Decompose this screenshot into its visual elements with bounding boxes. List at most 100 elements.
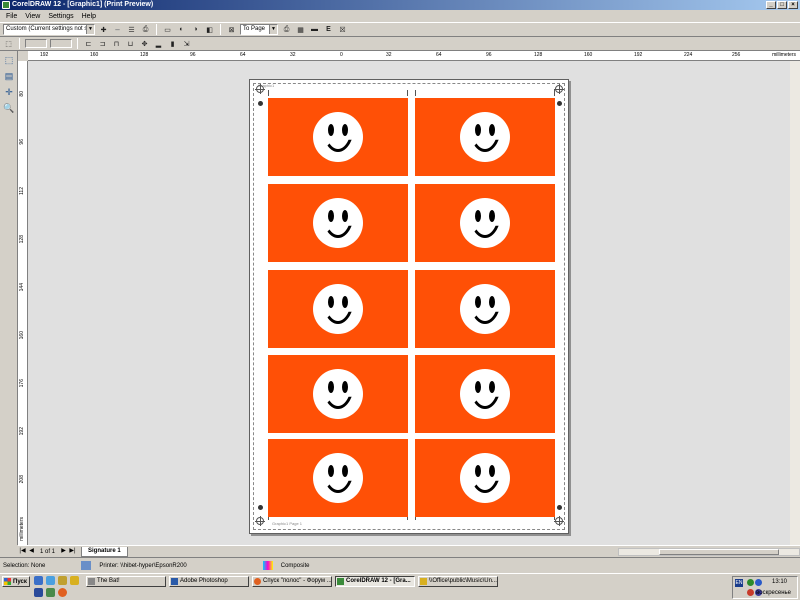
ruler-label: 96 xyxy=(190,52,196,58)
pen-icon[interactable] xyxy=(58,576,67,585)
quicklaunch-icon[interactable] xyxy=(46,588,55,597)
delete-print-style-icon[interactable]: ━ xyxy=(112,24,123,35)
next-page-icon[interactable]: ▶ xyxy=(59,547,68,556)
crop-mark xyxy=(415,90,416,96)
last-page-icon[interactable]: ▶| xyxy=(68,547,77,556)
taskbar-button-label: Спуск "полос" - Форум ... xyxy=(263,578,332,584)
position-y-field[interactable] xyxy=(50,39,72,48)
business-card[interactable] xyxy=(268,98,408,176)
print-style-value: Custom (Current settings not s... xyxy=(6,26,93,32)
horizontal-scrollbar[interactable] xyxy=(618,548,800,556)
print-icon[interactable]: ⎙ xyxy=(281,24,292,35)
taskbar-button-thebat[interactable]: The Bat! xyxy=(86,576,166,587)
layout-icon[interactable]: ▦ xyxy=(295,24,306,35)
print-page[interactable]: Graphic1 Graphic1 Page 1 xyxy=(249,79,569,534)
firefox-icon[interactable] xyxy=(58,588,67,597)
scroll-thumb[interactable] xyxy=(659,549,779,555)
start-button[interactable]: Пуск xyxy=(2,576,30,587)
tab-signature-1[interactable]: Signature 1 xyxy=(81,546,128,557)
preview-workspace[interactable]: Graphic1 Graphic1 Page 1 xyxy=(28,61,800,545)
position-x-field[interactable] xyxy=(25,39,47,48)
color-separations-icon[interactable]: ◐ xyxy=(176,24,187,35)
zoom-tool-icon[interactable]: 🔍 xyxy=(2,101,16,115)
vertical-scrollbar[interactable] xyxy=(790,61,800,545)
taskbar-button-photoshop[interactable]: Adobe Photoshop xyxy=(169,576,249,587)
weekday: воскресенье xyxy=(756,590,791,596)
business-card[interactable] xyxy=(268,270,408,348)
ruler-label: 128 xyxy=(534,52,543,58)
business-card[interactable] xyxy=(268,439,408,517)
align-bottom-icon[interactable]: ▂ xyxy=(153,38,164,49)
ruler-label: 208 xyxy=(19,475,25,484)
maximize-button[interactable]: □ xyxy=(777,1,787,9)
ruler-label: 112 xyxy=(19,187,25,195)
business-card[interactable] xyxy=(415,270,555,348)
business-card[interactable] xyxy=(415,184,555,262)
chevron-down-icon[interactable]: ▼ xyxy=(86,25,94,34)
folder-icon[interactable] xyxy=(70,576,79,585)
menu-settings[interactable]: Settings xyxy=(48,13,73,20)
start-label: Пуск xyxy=(13,578,27,585)
menu-view[interactable]: View xyxy=(25,13,40,20)
pick-tool-icon[interactable]: ⬚ xyxy=(2,53,16,67)
help-e-button[interactable]: E xyxy=(323,24,334,35)
antivirus-icon[interactable] xyxy=(755,579,762,586)
coreldraw-app-icon xyxy=(2,1,10,9)
taskbar-button-forum[interactable]: Спуск "полос" - Форум ... xyxy=(252,576,332,587)
business-card[interactable] xyxy=(415,439,555,517)
windows-flag-icon xyxy=(4,578,11,585)
align-left-icon[interactable]: ⊏ xyxy=(83,38,94,49)
taskbar-button-explorer[interactable]: \\Office\public\Music\Un... xyxy=(418,576,498,587)
ruler-label: 64 xyxy=(240,52,246,58)
center-icon[interactable]: ✥ xyxy=(139,38,150,49)
zoom-select[interactable]: To Page ▼ xyxy=(240,24,278,35)
tray-icon[interactable] xyxy=(747,589,754,596)
ie-icon[interactable] xyxy=(46,576,55,585)
film-icon[interactable]: ▬ xyxy=(309,24,320,35)
first-page-icon[interactable]: |◀ xyxy=(18,547,27,556)
smiley-face-icon xyxy=(313,284,363,334)
minimize-button[interactable]: _ xyxy=(766,1,776,9)
page-label-bottom: Graphic1 Page 1 xyxy=(272,521,303,526)
fit-icon[interactable]: ⇲ xyxy=(181,38,192,49)
close-button[interactable]: × xyxy=(788,1,798,9)
desktop-icon[interactable] xyxy=(34,576,43,585)
clock[interactable]: 13:10 xyxy=(772,579,787,585)
business-card[interactable] xyxy=(415,355,555,433)
close-preview-icon[interactable]: ⊠ xyxy=(226,24,237,35)
invert-icon[interactable]: ◑ xyxy=(190,24,201,35)
quicklaunch-icon[interactable] xyxy=(34,588,43,597)
print-icon[interactable]: ⎙ xyxy=(140,24,151,35)
title-bar: CorelDRAW 12 - [Graphic1] (Print Preview… xyxy=(0,0,800,10)
menu-help[interactable]: Help xyxy=(82,13,96,20)
registration-dot xyxy=(258,101,263,106)
mirror-icon[interactable]: ◧ xyxy=(204,24,215,35)
print-style-select[interactable]: Custom (Current settings not s... ▼ xyxy=(3,24,95,35)
chevron-down-icon[interactable]: ▼ xyxy=(269,25,277,34)
crop-mark xyxy=(554,90,555,96)
imposition-layout-tool-icon[interactable]: ▤ xyxy=(2,69,16,83)
business-card[interactable] xyxy=(268,355,408,433)
resize-icon[interactable]: ▮ xyxy=(167,38,178,49)
ruler-label: 64 xyxy=(436,52,442,58)
taskbar-button-coreldraw[interactable]: CorelDRAW 12 - [Gra... xyxy=(335,576,415,587)
business-card[interactable] xyxy=(268,184,408,262)
menu-file[interactable]: File xyxy=(6,13,17,20)
smiley-face-icon xyxy=(460,112,510,162)
network-icon[interactable] xyxy=(747,579,754,586)
marks-placement-tool-icon[interactable]: ✛ xyxy=(2,85,16,99)
business-card[interactable] xyxy=(415,98,555,176)
align-center-icon[interactable]: ⊐ xyxy=(97,38,108,49)
coreldraw-icon xyxy=(337,578,344,585)
add-print-style-icon[interactable]: ✚ xyxy=(98,24,109,35)
align-top-icon[interactable]: ⊓ xyxy=(111,38,122,49)
ruler-unit: millimeters xyxy=(772,52,796,58)
language-indicator[interactable]: EN xyxy=(735,579,743,587)
close-x-icon[interactable]: ☒ xyxy=(337,24,348,35)
photoshop-icon xyxy=(171,578,178,585)
print-options-icon[interactable]: ☰ xyxy=(126,24,137,35)
prev-page-icon[interactable]: ◀ xyxy=(27,547,36,556)
full-screen-icon[interactable]: ▭ xyxy=(162,24,173,35)
pick-tool-icon[interactable]: ⬚ xyxy=(3,38,14,49)
align-middle-icon[interactable]: ⊔ xyxy=(125,38,136,49)
